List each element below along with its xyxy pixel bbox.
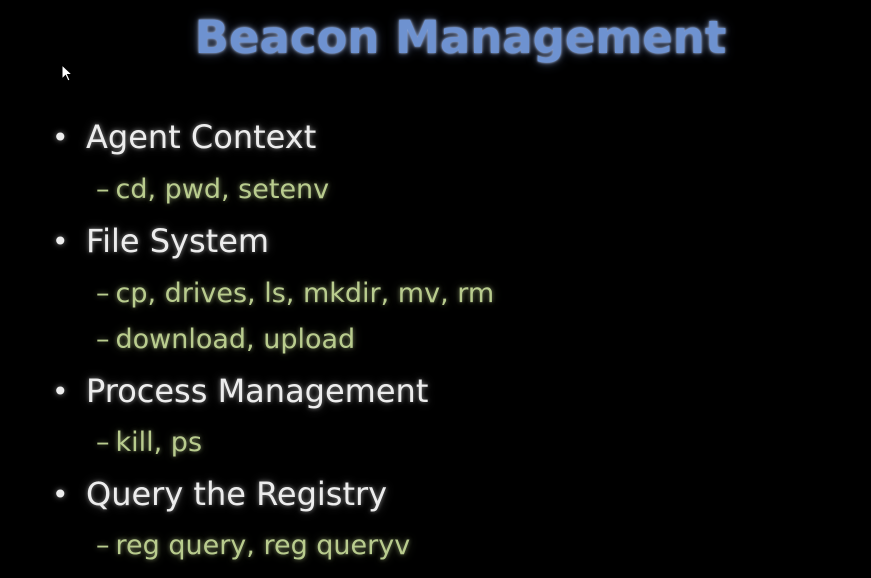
bullet-label: Process Management — [86, 372, 429, 410]
bullet-process-management: • Process Management — [52, 367, 428, 415]
bullet-label: Agent Context — [86, 118, 317, 156]
subitem-text: reg query, reg queryv — [115, 529, 411, 561]
subitem-text: cp, drives, ls, mkdir, mv, rm — [115, 277, 495, 309]
subitem-file-transfer-commands: – download, upload — [96, 319, 355, 359]
subitem-dash: – — [96, 173, 110, 205]
bullet-dot: • — [52, 224, 69, 258]
subitem-process-commands: – kill, ps — [96, 422, 202, 462]
bullet-query-registry: • Query the Registry — [52, 470, 387, 518]
bullet-dot: • — [52, 120, 69, 154]
bullet-dot: • — [52, 374, 69, 408]
subitem-text: kill, ps — [115, 426, 203, 458]
subitem-dash: – — [96, 529, 110, 561]
subitem-dash: – — [96, 323, 110, 355]
subitem-agent-context-commands: – cd, pwd, setenv — [96, 169, 329, 209]
bullet-label: Query the Registry — [86, 475, 388, 513]
slide-content: • Agent Context – cd, pwd, setenv • File… — [0, 0, 871, 578]
subitem-registry-commands: – reg query, reg queryv — [96, 525, 410, 565]
slide: Beacon Management • Agent Context – cd, … — [0, 0, 871, 578]
bullet-dot: • — [52, 477, 69, 511]
subitem-text: cd, pwd, setenv — [115, 173, 330, 205]
bullet-file-system: • File System — [52, 217, 269, 265]
subitem-text: download, upload — [115, 323, 356, 355]
subitem-dash: – — [96, 277, 110, 309]
subitem-dash: – — [96, 426, 110, 458]
bullet-agent-context: • Agent Context — [52, 113, 316, 161]
bullet-label: File System — [86, 222, 270, 260]
subitem-file-system-commands: – cp, drives, ls, mkdir, mv, rm — [96, 273, 494, 313]
